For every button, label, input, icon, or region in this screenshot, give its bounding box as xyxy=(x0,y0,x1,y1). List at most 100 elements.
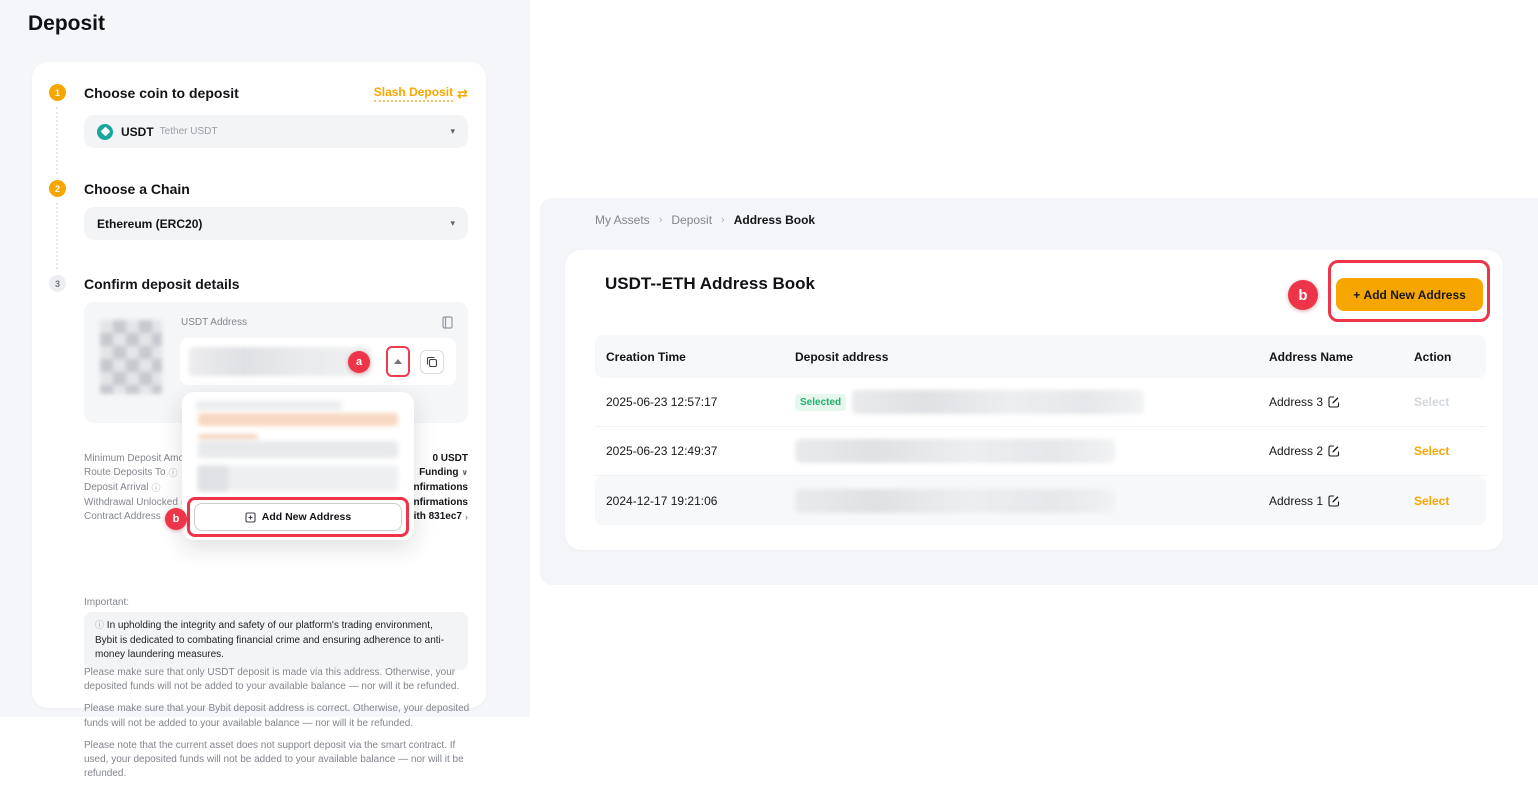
breadcrumb: My Assets › Deposit › Address Book xyxy=(595,213,815,227)
edit-icon[interactable] xyxy=(1328,396,1340,408)
detail-value: Funding xyxy=(419,467,458,478)
usdt-address-label: USDT Address xyxy=(181,317,247,328)
warning-paragraph: Please note that the current asset does … xyxy=(84,739,480,782)
plus-icon: + xyxy=(1353,288,1360,302)
copy-icon xyxy=(426,356,438,368)
chain-select[interactable]: Ethereum (ERC20) ▾ xyxy=(84,207,468,240)
detail-value: with 831ec7 xyxy=(406,511,462,522)
detail-label: Minimum Deposit Amount xyxy=(84,453,198,464)
address-option-blurred[interactable] xyxy=(198,441,398,458)
aml-note-text: In upholding the integrity and safety of… xyxy=(95,620,444,660)
deposit-address-field: a xyxy=(180,338,456,385)
table-header-row: Creation Time Deposit address Address Na… xyxy=(595,335,1486,378)
add-new-address-dropdown-button[interactable]: Add New Address xyxy=(194,503,402,531)
add-new-address-button[interactable]: + Add New Address xyxy=(1336,278,1483,311)
row-creation-time: 2025-06-23 12:49:37 xyxy=(595,444,795,458)
header-action: Action xyxy=(1414,350,1486,364)
deposit-address-blurred xyxy=(795,489,1115,513)
step-connector xyxy=(56,107,58,174)
deposit-address-blurred xyxy=(852,390,1144,414)
breadcrumb-my-assets[interactable]: My Assets xyxy=(595,213,650,227)
detail-label: Withdrawal Unlocked xyxy=(84,497,178,508)
aml-note: ⓘ In upholding the integrity and safety … xyxy=(84,612,468,670)
address-option-blurred[interactable] xyxy=(196,401,342,410)
address-option-blurred[interactable] xyxy=(198,466,228,491)
chevron-down-icon: ▾ xyxy=(450,218,455,229)
address-book-table: Creation Time Deposit address Address Na… xyxy=(595,335,1486,525)
selected-badge: Selected xyxy=(795,394,846,411)
table-row: 2025-06-23 12:49:37 Address 2 Select xyxy=(595,427,1486,476)
step-2-badge: 2 xyxy=(49,180,66,197)
deposit-address-blurred xyxy=(795,439,1115,463)
deposit-address-blurred xyxy=(189,347,371,376)
edit-icon[interactable] xyxy=(1328,445,1340,457)
plus-square-icon xyxy=(245,512,256,523)
address-option-blurred[interactable] xyxy=(198,466,398,491)
page-title: Deposit xyxy=(28,12,105,36)
edit-icon[interactable] xyxy=(1328,495,1340,507)
slash-deposit-label: Slash Deposit xyxy=(374,85,453,102)
coin-full-name: Tether USDT xyxy=(160,126,218,137)
info-icon: ⓘ xyxy=(95,620,104,630)
header-creation-time: Creation Time xyxy=(595,350,795,364)
swap-arrows-icon: ⇄ xyxy=(457,86,468,102)
select-action: Select xyxy=(1414,395,1449,409)
coin-select[interactable]: USDT Tether USDT ▾ xyxy=(84,115,468,148)
slash-deposit-link[interactable]: Slash Deposit ⇄ xyxy=(374,85,468,102)
copy-address-button[interactable] xyxy=(420,350,444,374)
row-creation-time: 2024-12-17 19:21:06 xyxy=(595,494,795,508)
chain-value: Ethereum (ERC20) xyxy=(97,217,202,231)
breadcrumb-address-book: Address Book xyxy=(734,213,815,227)
chevron-right-icon: › xyxy=(721,214,725,226)
step-2-title: Choose a Chain xyxy=(84,181,190,197)
triangle-up-icon xyxy=(394,359,402,364)
chevron-down-icon: ∨ xyxy=(462,468,469,477)
select-action[interactable]: Select xyxy=(1414,444,1449,458)
detail-label: Route Deposits To xyxy=(84,467,166,478)
chevron-right-icon: › xyxy=(465,512,468,522)
address-book-title: USDT--ETH Address Book xyxy=(605,274,815,294)
address-name: Address 2 xyxy=(1269,444,1323,458)
table-row: 2024-12-17 19:21:06 Address 1 Select xyxy=(595,476,1486,525)
address-book-panel: My Assets › Deposit › Address Book USDT-… xyxy=(540,198,1538,585)
header-address-name: Address Name xyxy=(1269,350,1414,364)
header-deposit-address: Deposit address xyxy=(795,350,1269,364)
add-new-address-label: Add New Address xyxy=(262,511,351,523)
detail-label: Deposit Arrival xyxy=(84,482,148,493)
detail-label: Contract Address xyxy=(84,511,161,522)
chevron-down-icon: ▾ xyxy=(450,126,455,137)
address-name: Address 1 xyxy=(1269,494,1323,508)
important-label: Important: xyxy=(84,597,129,608)
deposit-page-column: Deposit 1 2 3 Choose coin to deposit Sla… xyxy=(0,0,530,717)
deposit-card: 1 2 3 Choose coin to deposit Slash Depos… xyxy=(32,62,486,708)
address-book-card: USDT--ETH Address Book + Add New Address… xyxy=(565,250,1503,550)
warning-paragraph: Please make sure that only USDT deposit … xyxy=(84,666,480,694)
address-dropdown-collapse-button[interactable] xyxy=(386,346,410,377)
deposit-warnings: Please make sure that only USDT deposit … xyxy=(84,666,480,789)
step-1-badge: 1 xyxy=(49,84,66,101)
detail-value: 0 USDT xyxy=(432,453,468,464)
info-icon: ⓘ xyxy=(151,481,160,494)
chevron-right-icon: › xyxy=(659,214,663,226)
usdt-coin-icon xyxy=(97,124,113,140)
annotation-a-badge: a xyxy=(348,351,370,373)
step-connector xyxy=(56,203,58,269)
step-3-badge: 3 xyxy=(49,275,66,292)
address-book-icon[interactable] xyxy=(441,316,454,329)
breadcrumb-deposit[interactable]: Deposit xyxy=(671,213,712,227)
address-option-blurred[interactable] xyxy=(198,434,258,440)
add-new-address-label: Add New Address xyxy=(1364,288,1466,302)
step-3-title: Confirm deposit details xyxy=(84,276,240,292)
select-action[interactable]: Select xyxy=(1414,494,1449,508)
qr-code-blurred xyxy=(100,320,162,394)
annotation-b-badge: b xyxy=(165,508,187,530)
info-icon: ⓘ xyxy=(169,466,178,479)
annotation-b-badge: b xyxy=(1288,280,1318,310)
address-name: Address 3 xyxy=(1269,395,1323,409)
address-dropdown-panel: Add New Address xyxy=(182,392,414,540)
row-creation-time: 2025-06-23 12:57:17 xyxy=(595,395,795,409)
address-option-blurred[interactable] xyxy=(198,413,398,426)
table-row: 2025-06-23 12:57:17 Selected Address 3 S… xyxy=(595,378,1486,427)
step-1-title: Choose coin to deposit xyxy=(84,85,239,101)
coin-symbol: USDT xyxy=(121,125,154,139)
